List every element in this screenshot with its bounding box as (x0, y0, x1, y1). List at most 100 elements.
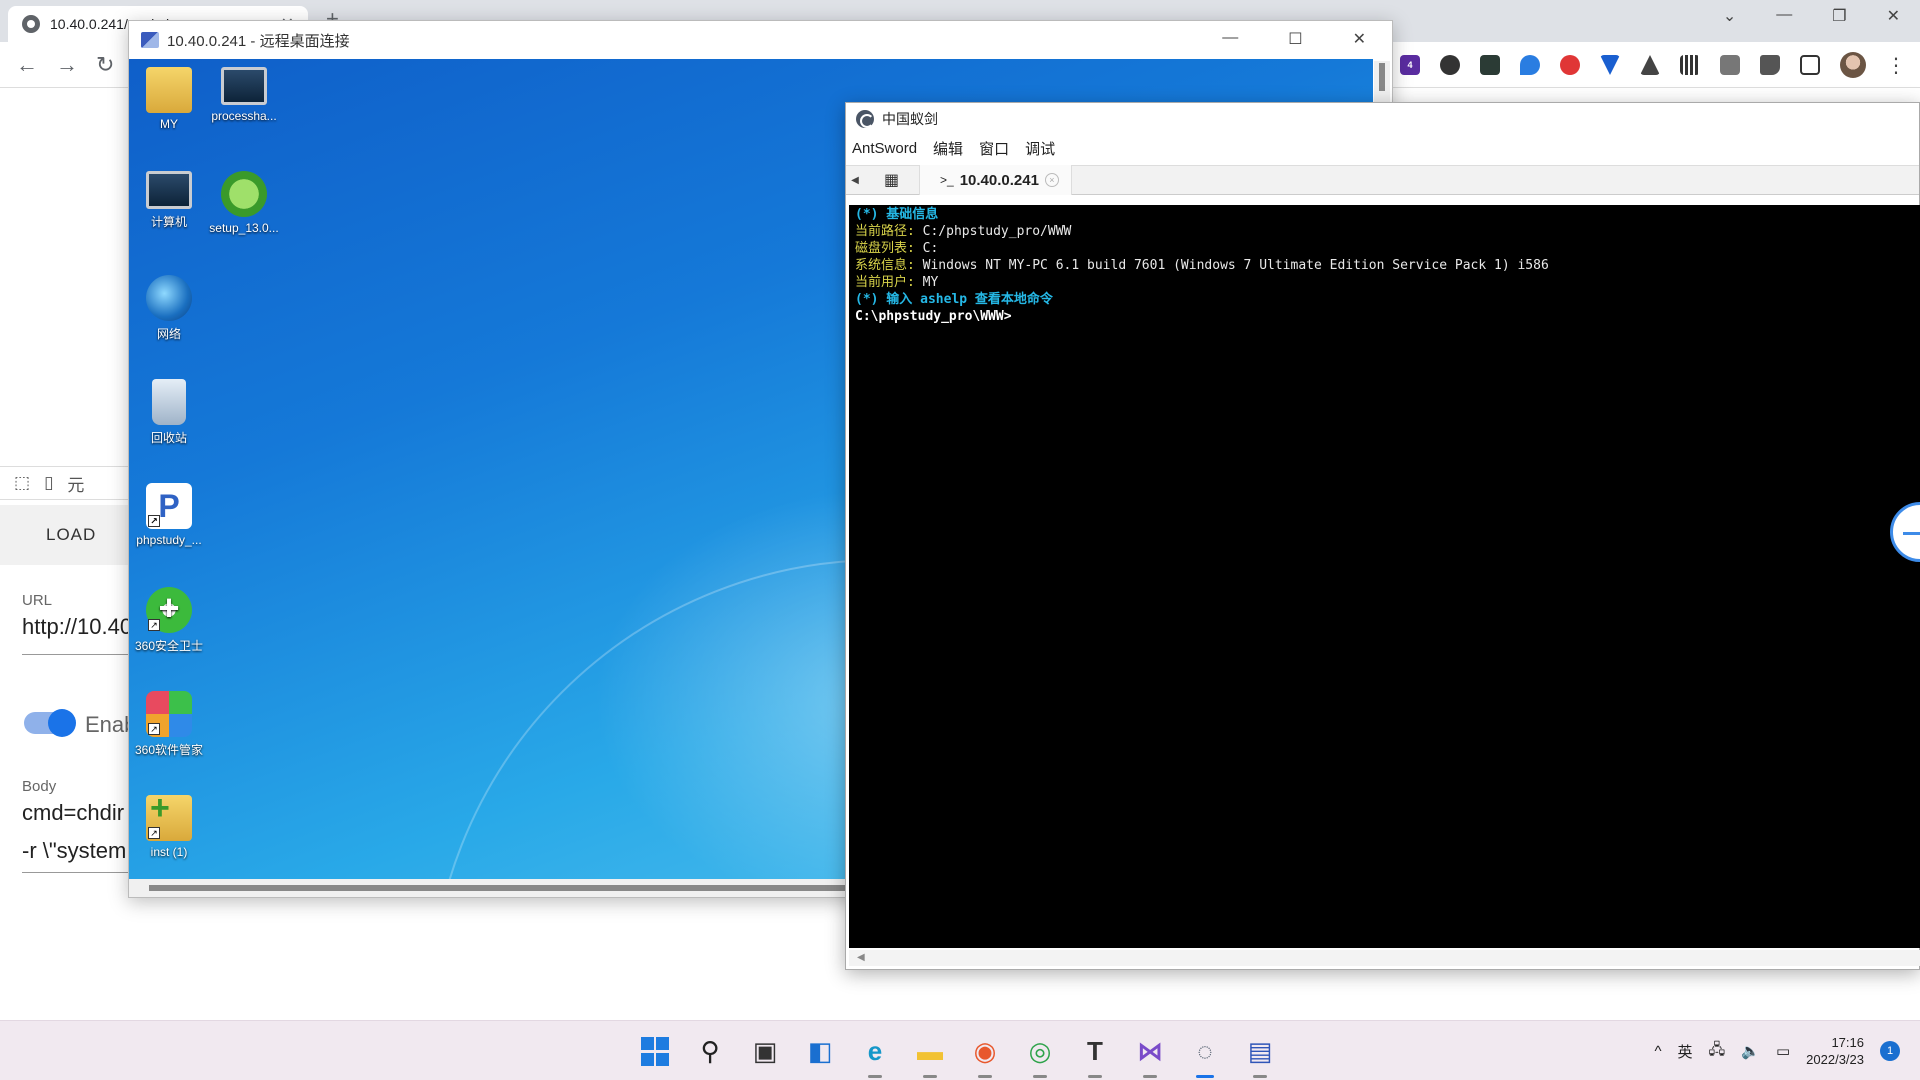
tab-terminal[interactable]: >_ 10.40.0.241 × (920, 165, 1072, 195)
rdp-titlebar[interactable]: 10.40.0.241 - 远程桌面连接 — ☐ ✕ (129, 21, 1392, 59)
elements-tab[interactable]: 元 (67, 471, 84, 496)
desktop-icon[interactable]: setup_13.0... (204, 171, 284, 235)
firefox-icon[interactable]: ◉ (970, 1036, 1000, 1078)
clock-date: 2022/3/23 (1806, 1052, 1864, 1067)
desktop-icon[interactable]: ↗ inst (1) (129, 789, 209, 859)
incognito-icon[interactable] (1720, 55, 1740, 75)
antsword-window: 中国蚁剑 AntSword 编辑 窗口 调试 ◀ ▦ >_ 10.40.0.24… (845, 102, 1920, 970)
terminal-output[interactable]: (*) 基础信息 当前路径: C:/phpstudy_pro/WWW 磁盘列表:… (849, 205, 1920, 948)
taskbar: ⚲ ▣ ◧ e ▬ ◉ ◎ T ⋈ ◌ ▤ ^ 英 🖧 🔈 ▭ 17:16 2022/3/23 1 (0, 1020, 1920, 1080)
desktop-icon[interactable]: 计算机 (129, 171, 209, 230)
menu-debug[interactable]: 调试 (1025, 138, 1055, 159)
computer-icon (146, 171, 192, 209)
back-button[interactable]: ← (16, 52, 38, 78)
desktop-icon-label: inst (1) (150, 845, 188, 859)
volume-icon[interactable]: 🔈 (1741, 1042, 1760, 1060)
browser-menu-button[interactable]: ⋮ (1886, 53, 1906, 78)
ime-indicator[interactable]: 英 (1678, 1041, 1693, 1062)
device-toggle-icon[interactable]: ▯ (44, 473, 53, 493)
chevron-up-icon[interactable]: ^ (1654, 1043, 1661, 1060)
antsword-taskbar-icon[interactable]: ◌ (1190, 1036, 1220, 1078)
browser-window-controls: ⌄ — ❐ ✕ (1723, 6, 1900, 26)
desktop-icon-label: 360安全卫士 (134, 639, 204, 653)
terminal-horizontal-scrollbar[interactable]: ◀ (849, 950, 1920, 966)
close-tab-icon[interactable]: × (1044, 173, 1059, 187)
360-security-icon: ↗ (146, 587, 192, 633)
minimize-button[interactable]: — (1222, 29, 1238, 49)
body-input[interactable]: cmd=chdir (22, 800, 132, 826)
wappalyzer-icon[interactable] (1600, 55, 1620, 75)
remote-desktop-taskbar-icon[interactable]: ▤ (1245, 1036, 1275, 1078)
desktop-icon[interactable]: P ↗ phpstudy_... (129, 483, 209, 547)
terminal-help-line: (*) 输入 ashelp 查看本地命令 (855, 292, 1053, 307)
menu-window[interactable]: 窗口 (979, 138, 1009, 159)
search-icon[interactable]: ⚲ (695, 1036, 725, 1066)
location-pin-icon[interactable] (1520, 55, 1540, 75)
process-hacker-icon (221, 67, 267, 105)
close-button[interactable]: ✕ (1353, 29, 1366, 49)
notification-badge[interactable]: 1 (1880, 1041, 1900, 1061)
tab-scroll-left-icon[interactable]: ◀ (846, 175, 864, 186)
red-circle-extension-icon[interactable] (1560, 55, 1580, 75)
desktop-icon[interactable]: MY (129, 67, 209, 131)
puzzle-extensions-icon[interactable] (1760, 55, 1780, 75)
home-grid-icon[interactable]: ▦ (864, 165, 920, 195)
ghostery-extension-icon[interactable] (1440, 55, 1460, 75)
warning-icon[interactable] (1640, 55, 1660, 75)
shortcut-arrow-icon: ↗ (148, 515, 160, 527)
desktop-icon-label: 计算机 (150, 215, 187, 229)
desktop-icon[interactable]: processha... (204, 67, 284, 123)
forward-button[interactable]: → (56, 52, 78, 78)
body-input-line2[interactable]: -r \"system (22, 838, 132, 873)
desktop-icon[interactable]: ↗ 360软件管家 (129, 691, 209, 758)
terminal-prompt[interactable]: C:\phpstudy_pro\WWW> (855, 308, 1915, 325)
typora-icon[interactable]: T (1080, 1036, 1110, 1078)
desktop-icon[interactable]: 回收站 (129, 379, 209, 446)
file-explorer-icon[interactable]: ▬ (915, 1036, 945, 1078)
battery-icon[interactable]: ▭ (1776, 1042, 1790, 1060)
qr-code-icon[interactable] (1680, 55, 1700, 75)
terminal-extension-icon[interactable] (1480, 55, 1500, 75)
extension-bar: 4 ⋮ (1400, 52, 1906, 78)
body-label: Body (22, 778, 57, 795)
reload-button[interactable]: ↻ (96, 52, 114, 78)
network-icon[interactable]: 🖧 (1709, 1039, 1726, 1064)
restore-button[interactable]: ❐ (1832, 6, 1846, 26)
antsword-titlebar[interactable]: 中国蚁剑 (846, 103, 1919, 135)
maximize-button[interactable]: ☐ (1288, 29, 1302, 49)
antsword-title: 中国蚁剑 (882, 111, 938, 127)
visual-studio-icon[interactable]: ⋈ (1135, 1036, 1165, 1078)
task-view-icon[interactable]: ▣ (750, 1036, 780, 1066)
terminal-line: 磁盘列表: C: (855, 241, 939, 256)
inspect-cursor-icon[interactable]: ⬚ (14, 473, 30, 493)
antsword-menubar: AntSword 编辑 窗口 调试 (846, 135, 1919, 161)
menu-edit[interactable]: 编辑 (933, 138, 963, 159)
desktop-icon-label: MY (160, 117, 178, 131)
load-button[interactable]: LOAD (0, 505, 130, 565)
chevron-down-icon[interactable]: ⌄ (1723, 6, 1736, 26)
recycle-bin-icon (152, 379, 186, 425)
360-software-manager-icon: ↗ (146, 691, 192, 737)
enable-post-toggle[interactable] (24, 709, 76, 737)
minimize-button[interactable]: — (1776, 6, 1792, 26)
avatar[interactable] (1840, 52, 1866, 78)
start-button[interactable] (640, 1036, 670, 1066)
tab-terminal-label: 10.40.0.241 (959, 171, 1039, 189)
desktop-icon[interactable]: ↗ 360安全卫士 (129, 587, 209, 654)
rdp-title: 10.40.0.241 - 远程桌面连接 (167, 32, 350, 50)
my-folder-icon (146, 67, 192, 113)
network-icon (146, 275, 192, 321)
clock[interactable]: 17:16 2022/3/23 (1806, 1034, 1864, 1068)
edge-icon[interactable]: e (860, 1036, 890, 1078)
side-panel-icon[interactable] (1800, 55, 1820, 75)
url-input[interactable]: http://10.40.0.241/cmd.php (22, 614, 132, 655)
close-button[interactable]: ✕ (1887, 6, 1900, 26)
antsword-tabbar: ◀ ▦ >_ 10.40.0.241 × (846, 165, 1919, 195)
hackbar-extension-icon[interactable]: 4 (1400, 55, 1420, 75)
phpstudy-icon: P ↗ (146, 483, 192, 529)
chrome-icon[interactable]: ◎ (1025, 1036, 1055, 1078)
widgets-icon[interactable]: ◧ (805, 1036, 835, 1066)
desktop-icon-label: 网络 (156, 327, 181, 341)
desktop-icon[interactable]: 网络 (129, 275, 209, 342)
menu-antsword[interactable]: AntSword (852, 140, 917, 157)
